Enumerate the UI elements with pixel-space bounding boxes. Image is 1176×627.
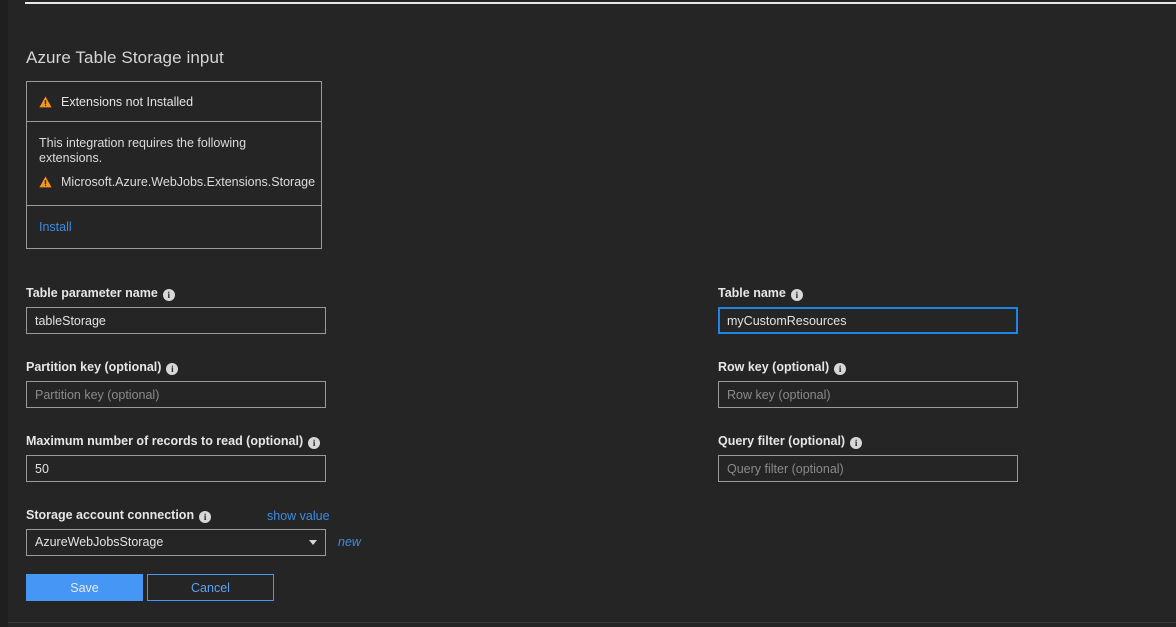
install-link[interactable]: Install xyxy=(39,220,72,234)
storage-account-connection-select-wrap: AzureWebJobsStorage new xyxy=(26,529,326,556)
warning-triangle-icon xyxy=(39,176,52,188)
info-icon[interactable]: i xyxy=(166,363,178,375)
storage-account-connection-label-text: Storage account connection xyxy=(26,508,194,522)
extensions-panel: Extensions not Installed This integratio… xyxy=(26,81,322,249)
info-icon[interactable]: i xyxy=(163,289,175,301)
max-records-label-text: Maximum number of records to read (optio… xyxy=(26,434,303,448)
row-key-label: Row key (optional) i xyxy=(718,360,1018,375)
row-key-input[interactable] xyxy=(718,381,1018,408)
query-filter-label: Query filter (optional) i xyxy=(718,434,1018,449)
info-icon[interactable]: i xyxy=(791,289,803,301)
query-filter-label-text: Query filter (optional) xyxy=(718,434,845,448)
table-name-label: Table name i xyxy=(718,286,1018,301)
field-row-key: Row key (optional) i xyxy=(718,360,1018,408)
page-title: Azure Table Storage input xyxy=(26,48,224,68)
new-connection-link[interactable]: new xyxy=(338,535,361,549)
extensions-panel-header-label: Extensions not Installed xyxy=(61,95,193,109)
extensions-panel-description: This integration requires the following … xyxy=(39,136,309,166)
extension-name: Microsoft.Azure.WebJobs.Extensions.Stora… xyxy=(61,175,315,189)
show-value-link[interactable]: show value xyxy=(267,509,330,523)
max-records-input[interactable] xyxy=(26,455,326,482)
table-name-input[interactable] xyxy=(718,307,1018,334)
field-storage-account-connection: Storage account connection i show value A… xyxy=(26,508,366,556)
partition-key-input[interactable] xyxy=(26,381,326,408)
info-icon[interactable]: i xyxy=(308,437,320,449)
field-max-records: Maximum number of records to read (optio… xyxy=(26,434,326,482)
extension-list-item: Microsoft.Azure.WebJobs.Extensions.Stora… xyxy=(39,175,309,189)
storage-account-connection-select[interactable]: AzureWebJobsStorage xyxy=(26,529,326,556)
table-parameter-name-label: Table parameter name i xyxy=(26,286,326,301)
cancel-button[interactable]: Cancel xyxy=(147,574,274,601)
info-icon[interactable]: i xyxy=(199,511,211,523)
partition-key-label: Partition key (optional) i xyxy=(26,360,326,375)
field-table-parameter-name: Table parameter name i xyxy=(26,286,326,334)
azure-table-storage-input-panel: Azure Table Storage input Extensions not… xyxy=(0,0,1176,627)
warning-triangle-icon xyxy=(39,96,52,108)
action-bar: Save Cancel xyxy=(8,574,1176,602)
extensions-panel-body: This integration requires the following … xyxy=(27,122,321,206)
partition-key-label-text: Partition key (optional) xyxy=(26,360,161,374)
bottom-divider xyxy=(8,622,1176,623)
row-key-label-text: Row key (optional) xyxy=(718,360,829,374)
top-divider xyxy=(25,2,1176,4)
field-query-filter: Query filter (optional) i xyxy=(718,434,1018,482)
extensions-panel-footer: Install xyxy=(27,206,321,248)
field-partition-key: Partition key (optional) i xyxy=(26,360,326,408)
info-icon[interactable]: i xyxy=(850,437,862,449)
info-icon[interactable]: i xyxy=(834,363,846,375)
table-parameter-name-label-text: Table parameter name xyxy=(26,286,158,300)
table-name-label-text: Table name xyxy=(718,286,786,300)
save-button[interactable]: Save xyxy=(26,574,143,601)
extensions-panel-header: Extensions not Installed xyxy=(27,82,321,122)
max-records-label: Maximum number of records to read (optio… xyxy=(26,434,326,449)
query-filter-input[interactable] xyxy=(718,455,1018,482)
table-parameter-name-input[interactable] xyxy=(26,307,326,334)
field-table-name: Table name i xyxy=(718,286,1018,334)
